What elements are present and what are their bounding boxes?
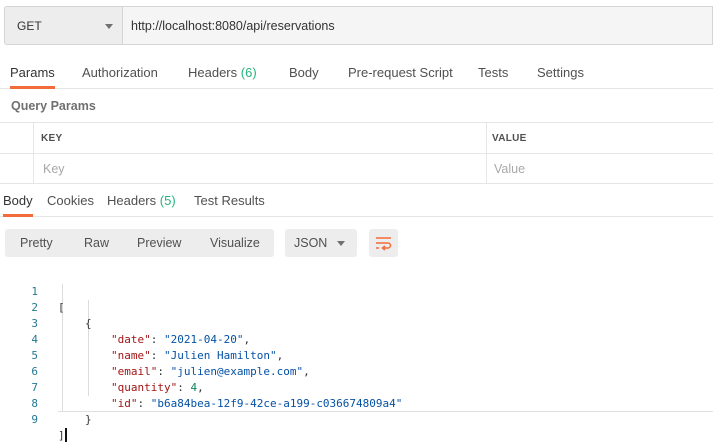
- query-params-table: KEY VALUE Key Value: [0, 122, 713, 184]
- preview-button[interactable]: Preview: [137, 229, 181, 257]
- code-line: 9 ]: [0, 396, 713, 442]
- value-input[interactable]: Value: [494, 162, 525, 176]
- code-line: 7 "id": "b6a84bea-12f9-42ce-a199-c036674…: [0, 364, 713, 410]
- line-number: 9: [31, 413, 38, 426]
- code-line: 3 "date": "2021-04-20",: [0, 300, 713, 346]
- bracket: }: [85, 413, 92, 426]
- tab-response-headers[interactable]: Headers (5): [107, 185, 176, 217]
- table-header-row: KEY VALUE: [0, 122, 713, 153]
- tab-settings[interactable]: Settings: [537, 57, 584, 89]
- url-text: http://localhost:8080/api/reservations: [131, 18, 335, 33]
- tab-label: Authorization: [82, 65, 158, 80]
- column-divider: [33, 122, 34, 184]
- tab-label: Pre-request Script: [348, 65, 453, 80]
- tab-params[interactable]: Params: [10, 57, 55, 89]
- tab-authorization[interactable]: Authorization: [82, 57, 158, 89]
- tab-label: Tests: [478, 65, 509, 80]
- chevron-down-icon: [105, 24, 113, 29]
- chevron-down-icon: [337, 241, 345, 246]
- bracket: ]: [58, 429, 65, 442]
- tab-cookies[interactable]: Cookies: [47, 185, 94, 217]
- tab-tests[interactable]: Tests: [478, 57, 508, 89]
- raw-button[interactable]: Raw: [84, 229, 109, 257]
- tab-body[interactable]: Body: [289, 57, 319, 89]
- tab-label: Settings: [537, 65, 584, 80]
- response-body-viewer[interactable]: 1 [ 2 { 3 "date": "2021-04-20", 4 "name"…: [0, 268, 713, 442]
- method-label: GET: [17, 18, 42, 33]
- method-select[interactable]: GET: [4, 6, 122, 45]
- url-input[interactable]: http://localhost:8080/api/reservations: [122, 6, 713, 45]
- code-line: 4 "name": "Julien Hamilton",: [0, 316, 713, 362]
- tab-pre-request-script[interactable]: Pre-request Script: [348, 57, 453, 89]
- tab-label: Cookies: [47, 193, 94, 208]
- code-line: 5 "email": "julien@example.com",: [0, 332, 713, 378]
- tab-count: (5): [159, 193, 176, 208]
- key-input[interactable]: Key: [43, 162, 65, 176]
- tab-count: (6): [240, 65, 257, 80]
- code-line: 2 {: [0, 284, 713, 330]
- tab-label: Headers: [188, 65, 238, 80]
- format-label: JSON: [294, 236, 328, 250]
- view-mode-switch: Pretty Raw Preview Visualize: [5, 229, 274, 257]
- key-column-header: KEY: [41, 133, 63, 144]
- request-bar: GET http://localhost:8080/api/reservatio…: [4, 6, 713, 45]
- request-tabs: Params Authorization Headers (6) Body Pr…: [0, 57, 713, 89]
- code-line: 1 [: [0, 268, 713, 314]
- format-select[interactable]: JSON: [285, 229, 357, 257]
- code-line: 8 }: [0, 380, 713, 426]
- visualize-button[interactable]: Visualize: [210, 229, 260, 257]
- divider: [58, 411, 713, 412]
- column-divider: [486, 122, 487, 184]
- tab-headers[interactable]: Headers (6): [188, 57, 257, 89]
- table-row: Key Value: [0, 153, 713, 184]
- wrap-lines-button[interactable]: [369, 229, 398, 257]
- code-line: 6 "quantity": 4,: [0, 348, 713, 394]
- wrap-lines-icon: [376, 237, 392, 251]
- tab-label: Body: [3, 193, 33, 208]
- tab-label: Body: [289, 65, 319, 80]
- query-params-title: Query Params: [11, 99, 96, 113]
- tab-test-results[interactable]: Test Results: [194, 185, 265, 217]
- tab-label: Headers: [107, 193, 157, 208]
- value-column-header: VALUE: [492, 133, 527, 144]
- response-tabs: Body Cookies Headers (5) Test Results: [0, 185, 713, 217]
- pretty-button[interactable]: Pretty: [20, 229, 53, 257]
- tab-label: Test Results: [194, 193, 265, 208]
- tab-response-body[interactable]: Body: [3, 185, 33, 217]
- tab-label: Params: [10, 65, 55, 80]
